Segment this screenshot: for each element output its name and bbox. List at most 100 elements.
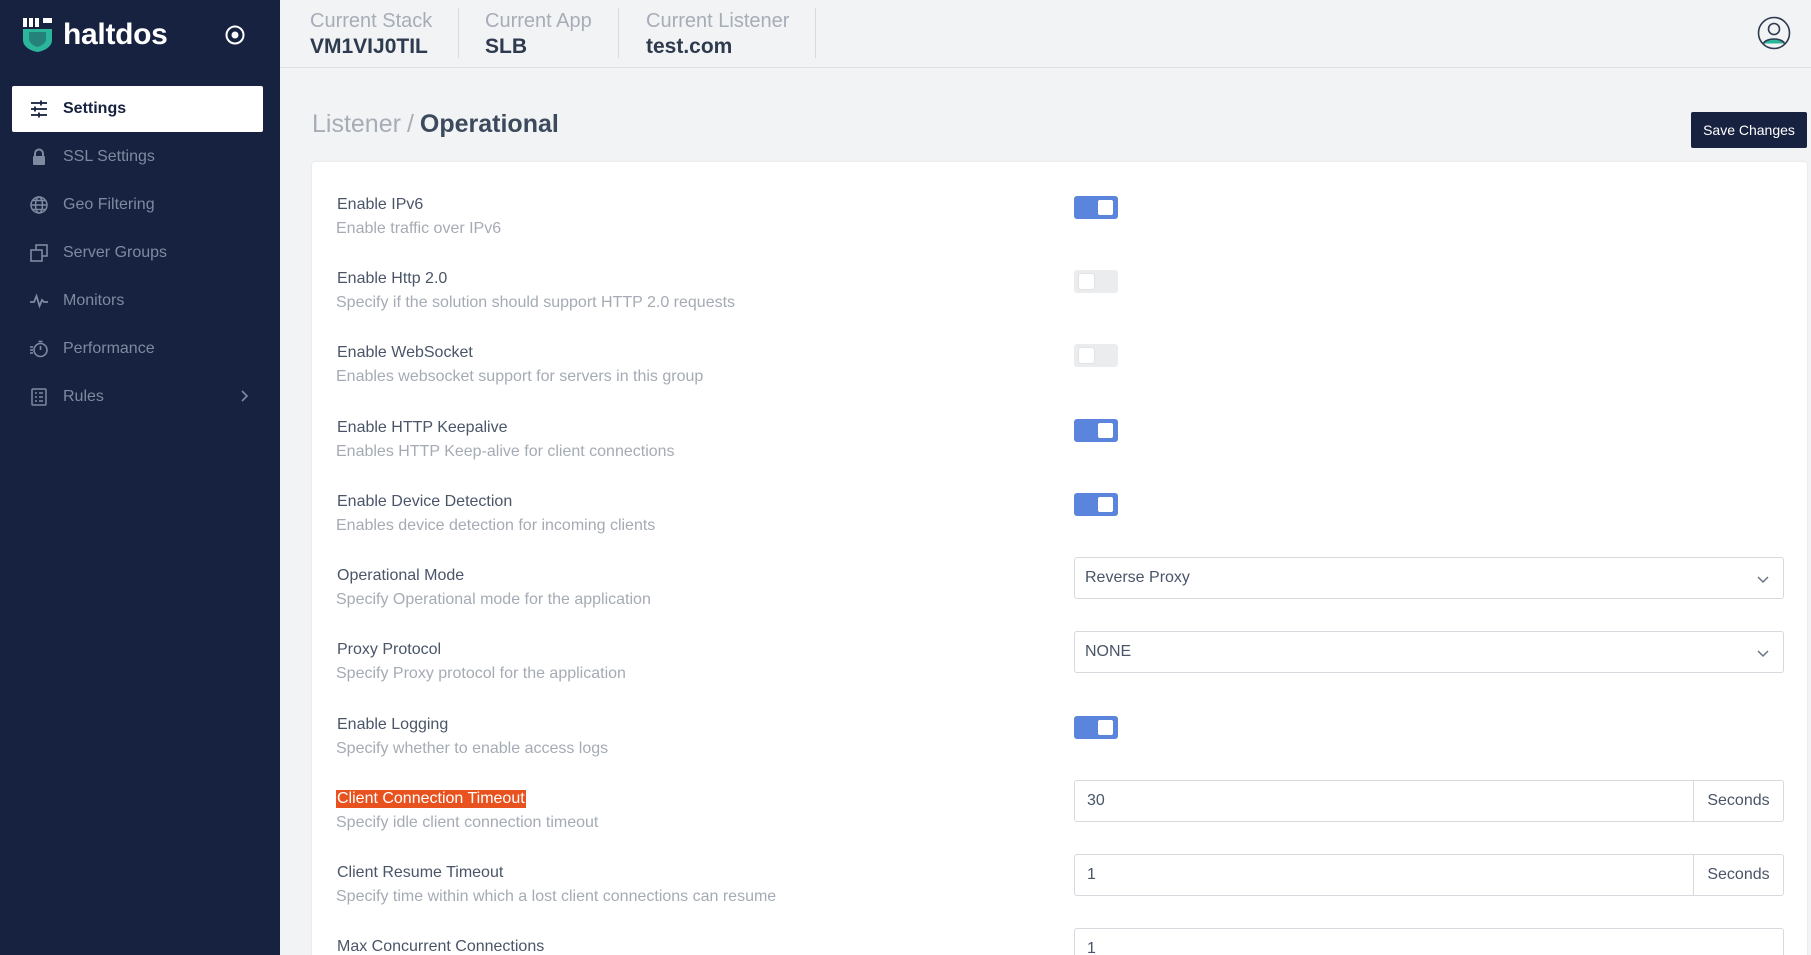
device-detection-toggle[interactable]	[1074, 493, 1118, 516]
brand[interactable]: haltdos	[23, 17, 168, 53]
sidebar-item-performance[interactable]: Performance	[12, 326, 263, 372]
toggle-knob	[1098, 497, 1113, 512]
setting-row-client-resume-timeout: Client Resume Timeout Specify time withi…	[336, 854, 1796, 928]
current-listener-label: Current Listener	[646, 10, 790, 32]
setting-description: Enables device detection for incoming cl…	[336, 517, 656, 534]
pulse-icon	[29, 291, 49, 311]
setting-description: Specify idle client connection timeout	[336, 814, 599, 831]
setting-row-logging: Enable Logging Specify whether to enable…	[336, 716, 1796, 780]
sliders-icon	[29, 99, 49, 119]
setting-row-proxy-protocol: Proxy Protocol Specify Proxy protocol fo…	[336, 631, 1796, 705]
select-value: Reverse Proxy	[1085, 569, 1190, 586]
sidebar-item-label: Settings	[63, 100, 127, 117]
client-resume-timeout-group: Seconds	[1074, 854, 1784, 896]
sidebar-item-label: Rules	[63, 388, 104, 405]
setting-label: Proxy Protocol	[337, 641, 442, 658]
breadcrumb-parent[interactable]: Listener	[312, 110, 401, 138]
setting-row-ipv6: Enable IPv6 Enable traffic over IPv6	[336, 196, 1796, 260]
list-icon	[29, 387, 49, 407]
unit-addon: Seconds	[1693, 781, 1783, 821]
current-listener[interactable]: Current Listener test.com	[646, 8, 817, 58]
toggle-knob	[1079, 348, 1094, 363]
brand-name: haltdos	[63, 18, 168, 51]
current-stack-value: VM1VIJ0TIL	[310, 35, 428, 58]
save-changes-button[interactable]: Save Changes	[1691, 112, 1807, 148]
keepalive-toggle[interactable]	[1074, 419, 1118, 442]
sidebar-item-label: Server Groups	[63, 244, 168, 261]
stopwatch-icon	[29, 339, 49, 359]
setting-label: Operational Mode	[337, 567, 465, 584]
sidebar-item-geo-filtering[interactable]: Geo Filtering	[12, 182, 263, 228]
chevron-down-icon	[1757, 576, 1769, 584]
current-app-label: Current App	[485, 10, 592, 32]
chevron-right-icon	[241, 390, 249, 402]
setting-row-keepalive: Enable HTTP Keepalive Enables HTTP Keep-…	[336, 419, 1796, 483]
setting-description: Enables websocket support for servers in…	[336, 368, 704, 385]
sidebar-collapse-icon[interactable]	[222, 22, 248, 48]
setting-row-operational-mode: Operational Mode Specify Operational mod…	[336, 557, 1796, 631]
setting-label: Enable HTTP Keepalive	[337, 419, 508, 436]
setting-row-device-detection: Enable Device Detection Enables device d…	[336, 493, 1796, 557]
current-listener-value: test.com	[646, 35, 733, 58]
sidebar-item-settings[interactable]: Settings	[12, 86, 263, 132]
current-app-value: SLB	[485, 35, 527, 58]
sidebar-item-ssl-settings[interactable]: SSL Settings	[12, 134, 263, 180]
http2-toggle[interactable]	[1074, 270, 1118, 293]
current-stack-label: Current Stack	[310, 10, 433, 32]
sidebar-item-label: SSL Settings	[63, 148, 155, 165]
setting-label: Client Connection Timeout	[336, 790, 526, 808]
select-value: NONE	[1085, 643, 1132, 660]
sidebar: haltdos Settings SSL Settings Geo Filter…	[0, 0, 280, 955]
setting-row-websocket: Enable WebSocket Enables websocket suppo…	[336, 344, 1796, 408]
setting-description: Specify Operational mode for the applica…	[336, 591, 651, 608]
setting-description: Enables HTTP Keep-alive for client conne…	[336, 443, 675, 460]
haltdos-logo-icon	[23, 18, 52, 52]
setting-label: Max Concurrent Connections	[337, 938, 545, 955]
setting-description: Specify Proxy protocol for the applicati…	[336, 665, 626, 682]
setting-label: Enable WebSocket	[337, 344, 473, 361]
sidebar-item-label: Monitors	[63, 292, 125, 309]
setting-row-http2: Enable Http 2.0 Specify if the solution …	[336, 270, 1796, 334]
sidebar-nav: Settings SSL Settings Geo Filtering Serv…	[12, 86, 263, 422]
client-connection-timeout-group: Seconds	[1074, 780, 1784, 822]
setting-label: Enable Device Detection	[337, 493, 513, 510]
current-app[interactable]: Current App SLB	[485, 8, 619, 58]
current-stack[interactable]: Current Stack VM1VIJ0TIL	[310, 8, 460, 58]
setting-row-max-concurrent-connections: Max Concurrent Connections	[336, 928, 1796, 955]
setting-description: Specify time within which a lost client …	[336, 888, 777, 905]
setting-label: Enable Logging	[337, 716, 449, 733]
sidebar-item-label: Performance	[63, 340, 155, 357]
client-resume-timeout-input[interactable]	[1075, 855, 1693, 895]
globe-icon	[29, 195, 49, 215]
ipv6-toggle[interactable]	[1074, 196, 1118, 219]
toggle-knob	[1098, 423, 1113, 438]
operational-mode-select[interactable]: Reverse Proxy	[1074, 557, 1784, 599]
chevron-down-icon	[1757, 650, 1769, 658]
breadcrumb: Listener / Operational	[312, 110, 559, 139]
top-bar: Current Stack VM1VIJ0TIL Current App SLB…	[280, 0, 1811, 68]
server-groups-icon	[29, 243, 49, 263]
setting-label: Client Resume Timeout	[337, 864, 504, 881]
proxy-protocol-select[interactable]: NONE	[1074, 631, 1784, 673]
toggle-knob	[1098, 200, 1113, 215]
setting-description: Specify if the solution should support H…	[336, 294, 736, 311]
setting-description: Enable traffic over IPv6	[336, 220, 502, 237]
client-connection-timeout-input[interactable]	[1075, 781, 1693, 821]
setting-label: Enable Http 2.0	[337, 270, 448, 287]
breadcrumb-separator: /	[406, 110, 414, 138]
setting-label: Enable IPv6	[337, 196, 424, 213]
logging-toggle[interactable]	[1074, 716, 1118, 739]
max-concurrent-connections-input[interactable]	[1075, 929, 1783, 955]
setting-description: Specify whether to enable access logs	[336, 740, 609, 757]
websocket-toggle[interactable]	[1074, 344, 1118, 367]
setting-row-client-connection-timeout: Client Connection Timeout Specify idle c…	[336, 780, 1796, 854]
sidebar-item-label: Geo Filtering	[63, 196, 155, 213]
page-title: Operational	[419, 110, 559, 138]
toggle-knob	[1098, 720, 1113, 735]
user-avatar-icon[interactable]	[1757, 16, 1791, 50]
sidebar-item-rules[interactable]: Rules	[12, 374, 263, 420]
max-concurrent-connections-group	[1074, 928, 1784, 955]
sidebar-item-server-groups[interactable]: Server Groups	[12, 230, 263, 276]
lock-icon	[29, 147, 49, 167]
sidebar-item-monitors[interactable]: Monitors	[12, 278, 263, 324]
